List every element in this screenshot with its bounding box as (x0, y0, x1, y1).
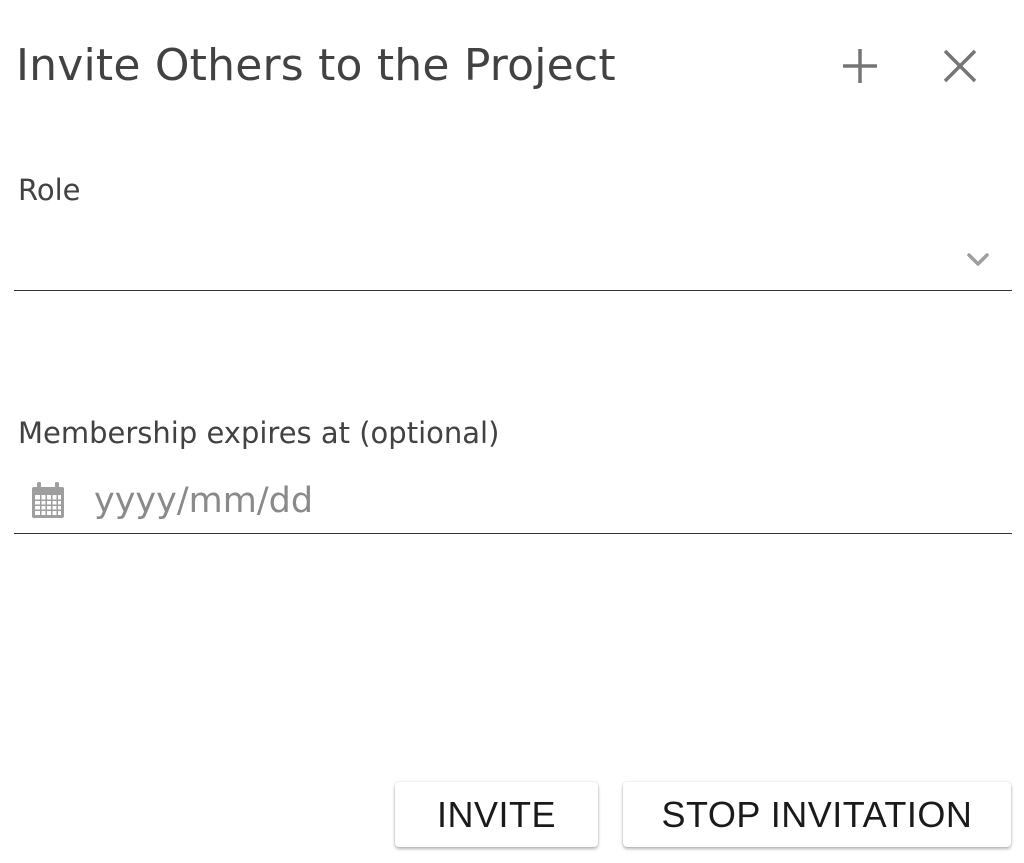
role-select[interactable] (14, 228, 1012, 291)
membership-expiry-field (14, 470, 1012, 534)
expiry-date-input[interactable] (94, 476, 974, 526)
plus-icon (843, 49, 877, 83)
add-button[interactable] (834, 40, 886, 92)
chevron-down-icon (967, 253, 989, 266)
stop-invitation-button[interactable]: STOP INVITATION (623, 782, 1011, 847)
role-label: Role (18, 173, 81, 207)
invite-button[interactable]: INVITE (395, 782, 598, 847)
close-icon (943, 49, 977, 83)
dialog-title: Invite Others to the Project (16, 40, 616, 91)
invite-dialog: Invite Others to the Project Role Member… (0, 0, 1024, 863)
membership-expiry-label: Membership expires at (optional) (18, 416, 500, 450)
close-button[interactable] (934, 40, 986, 92)
calendar-icon[interactable] (30, 482, 66, 520)
